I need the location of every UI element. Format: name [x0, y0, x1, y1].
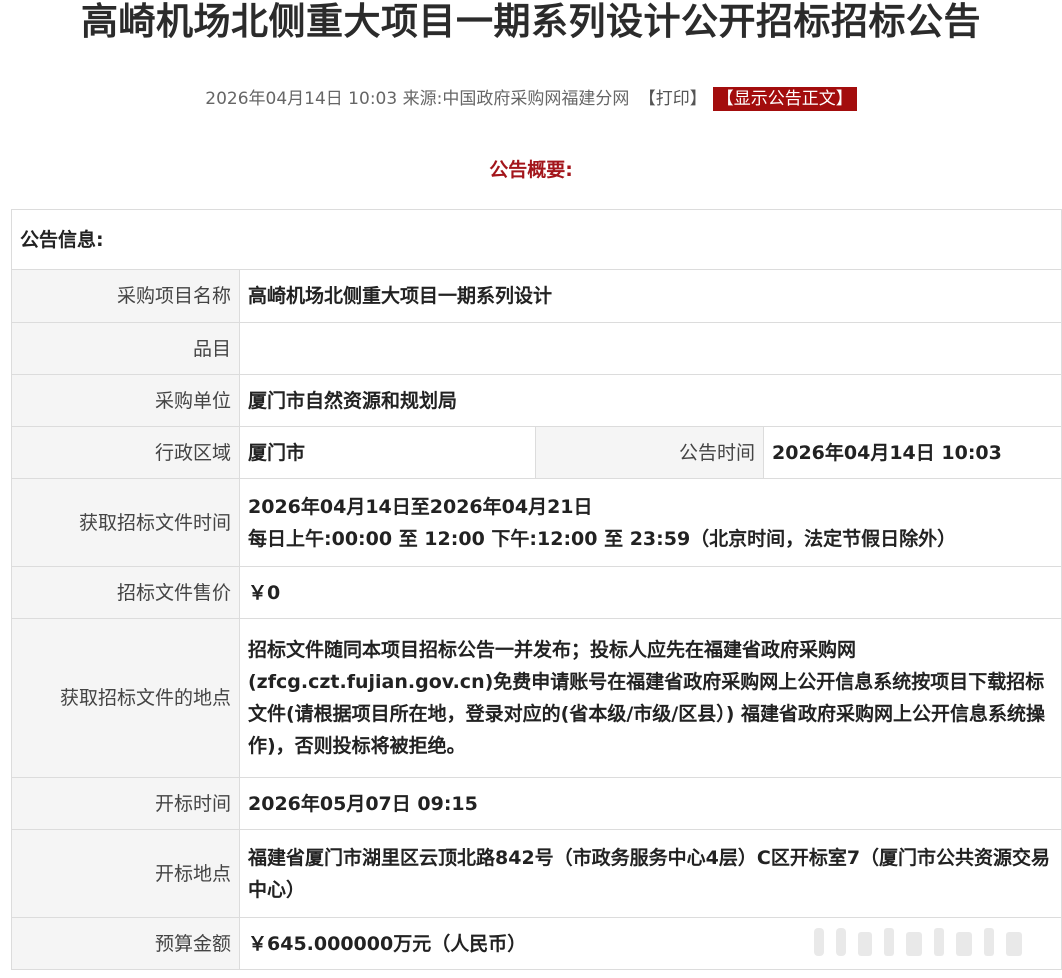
doc-time-hours: 每日上午:00:00 至 12:00 下午:12:00 至 23:59（北京时间… [248, 527, 957, 550]
publish-datetime: 2026年04月14日 10:03 [205, 89, 398, 109]
project-name-label: 采购项目名称 [11, 269, 240, 323]
doc-price-label: 招标文件售价 [11, 566, 240, 619]
table-row: 品目 [11, 322, 1062, 375]
show-notice-body-button[interactable]: 【显示公告正文】 [712, 87, 857, 111]
table-row: 行政区域 厦门市 公告时间 2026年04月14日 10:03 [11, 426, 1062, 479]
doc-time-label: 获取招标文件时间 [11, 478, 240, 567]
open-time-label: 开标时间 [11, 777, 240, 830]
purchaser-value: 厦门市自然资源和规划局 [238, 374, 1062, 427]
open-place-label: 开标地点 [11, 829, 240, 918]
notice-info-table: 公告信息: 采购项目名称 高崎机场北侧重大项目一期系列设计 品目 采购单位 厦门… [10, 209, 1062, 970]
category-label: 品目 [11, 322, 240, 375]
project-name-value: 高崎机场北侧重大项目一期系列设计 [238, 269, 1062, 323]
region-label: 行政区域 [11, 426, 240, 479]
budget-label: 预算金额 [11, 917, 240, 970]
doc-time-dates: 2026年04月14日至2026年04月21日 [248, 495, 593, 518]
info-heading-row: 公告信息: [10, 209, 1062, 270]
watermark-logo [814, 928, 1022, 956]
doc-price-value: ￥0 [238, 566, 1062, 619]
source-name: 中国政府采购网福建分网 [442, 89, 630, 109]
region-value: 厦门市 [239, 426, 536, 479]
purchaser-label: 采购单位 [11, 374, 240, 427]
doc-place-label: 获取招标文件的地点 [11, 618, 240, 778]
notice-time-label: 公告时间 [535, 426, 764, 479]
open-time-value: 2026年05月07日 09:15 [238, 777, 1062, 830]
open-place-value: 福建省厦门市湖里区云顶北路842号（市政务服务中心4层）C区开标室7（厦门市公共… [238, 829, 1062, 918]
page-title: 高崎机场北侧重大项目一期系列设计公开招标招标公告 [81, 0, 981, 43]
table-row: 开标地点 福建省厦门市湖里区云顶北路842号（市政务服务中心4层）C区开标室7（… [11, 829, 1062, 918]
doc-place-value: 招标文件随同本项目招标公告一并发布；投标人应先在福建省政府采购网(zfcg.cz… [238, 618, 1062, 778]
summary-heading: 公告概要: [489, 159, 573, 181]
table-row: 采购单位 厦门市自然资源和规划局 [11, 374, 1062, 427]
print-link[interactable]: 【打印】 [639, 89, 707, 109]
table-row: 获取招标文件时间 2026年04月14日至2026年04月21日 每日上午:00… [11, 478, 1062, 567]
info-heading: 公告信息: [10, 209, 1062, 270]
category-value [238, 322, 1062, 375]
source-label: 来源: [402, 89, 443, 109]
notice-time-value: 2026年04月14日 10:03 [762, 426, 1062, 479]
table-row: 获取招标文件的地点 招标文件随同本项目招标公告一并发布；投标人应先在福建省政府采… [11, 618, 1062, 778]
doc-time-value: 2026年04月14日至2026年04月21日 每日上午:00:00 至 12:… [238, 478, 1062, 567]
table-row: 招标文件售价 ￥0 [11, 566, 1062, 619]
table-row: 采购项目名称 高崎机场北侧重大项目一期系列设计 [11, 269, 1062, 323]
notice-meta: 2026年04月14日 10:03 来源:中国政府采购网福建分网 【打印】 【显示… [0, 86, 1062, 112]
table-row: 开标时间 2026年05月07日 09:15 [11, 777, 1062, 830]
